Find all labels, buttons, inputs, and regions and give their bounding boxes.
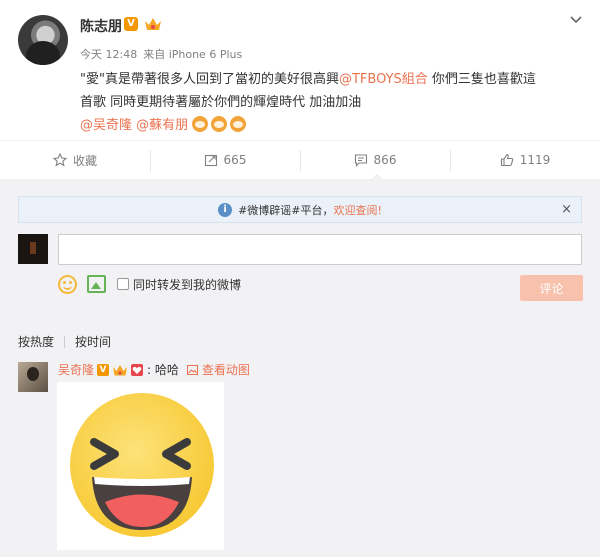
sort-by-hot[interactable]: 按热度	[18, 333, 54, 350]
rumor-notice-bar: i #微博辟谣#平台， 欢迎查阅! ×	[18, 196, 582, 223]
tiger-emoji-icon	[192, 116, 209, 132]
star-icon	[52, 153, 67, 167]
mention-wuqilong[interactable]: @吴奇隆	[80, 118, 132, 133]
tiger-emoji-icon	[230, 116, 247, 132]
heart-badge-icon	[131, 363, 144, 376]
sort-divider	[64, 335, 66, 348]
mention-tfboys[interactable]: @TFBOYS組合	[339, 72, 428, 87]
like-button[interactable]: 1119	[450, 141, 600, 179]
repost-button[interactable]: 665	[150, 141, 300, 179]
sort-by-time[interactable]: 按时间	[75, 333, 111, 350]
comment-count: 866	[373, 153, 397, 167]
chevron-down-icon[interactable]	[568, 12, 584, 28]
verified-badge-icon: V	[97, 363, 110, 376]
post-time[interactable]: 今天 12:48	[80, 48, 137, 61]
share-icon	[204, 154, 217, 167]
comment-sort: 按热度 按时间	[18, 333, 111, 350]
favorite-button[interactable]: 收藏	[0, 141, 150, 179]
favorite-label: 收藏	[72, 153, 97, 168]
vip-crown-icon	[113, 364, 128, 375]
post-text-2: 你們三隻也喜歡這	[427, 72, 536, 87]
like-count: 1119	[519, 153, 551, 167]
vip-crown-icon	[145, 18, 161, 30]
comment-text: : 哈哈	[147, 363, 179, 377]
view-gif-label: 查看动图	[201, 363, 250, 377]
comment-icon	[354, 154, 367, 167]
thumbs-up-icon	[500, 153, 513, 167]
weibo-post: 陈志朋 V 今天 12:48 来自 iPhone 6 Plus "愛"真是帶著很多…	[0, 0, 600, 140]
author-name[interactable]: 陈志朋	[80, 16, 122, 36]
repost-checkbox[interactable]	[117, 278, 129, 290]
author-avatar[interactable]	[18, 15, 68, 65]
view-gif-link[interactable]: 查看动图	[186, 361, 250, 378]
close-icon[interactable]: ×	[561, 202, 572, 217]
submit-comment-button[interactable]: 评论	[520, 275, 583, 301]
comment-input[interactable]	[58, 234, 582, 265]
info-icon: i	[218, 202, 233, 217]
repost-count: 665	[223, 153, 247, 167]
notice-text[interactable]: #微博辟谣#平台，	[238, 202, 333, 218]
post-text-3: 首歌 同時更期待著屬於你們的輝煌時代 加油加油	[80, 95, 362, 110]
image-icon[interactable]	[87, 275, 106, 293]
notice-link[interactable]: 欢迎查阅!	[334, 202, 382, 218]
picture-icon	[186, 364, 198, 375]
comment-line: 吴奇隆 V : 哈哈 查看动图	[58, 361, 250, 378]
commenter-avatar[interactable]	[18, 362, 48, 392]
repost-option-label[interactable]: 同时转发到我的微博	[133, 276, 241, 293]
comment-gif[interactable]	[57, 382, 224, 550]
verified-badge-icon: V	[124, 17, 138, 31]
post-source: 来自 iPhone 6 Plus	[143, 48, 243, 61]
laughing-face-emoji	[70, 393, 214, 537]
current-user-avatar	[18, 234, 48, 264]
smiley-icon[interactable]	[58, 275, 77, 294]
mention-suyoupeng[interactable]: @蘇有朋	[136, 118, 188, 133]
tiger-emojis	[192, 116, 249, 140]
post-actions: 收藏 665 866 1119	[0, 140, 600, 180]
post-text-1: "愛"真是帶著很多人回到了當初的美好很高興	[80, 72, 339, 87]
comment-caret	[370, 174, 384, 181]
post-meta: 今天 12:48 来自 iPhone 6 Plus	[80, 46, 248, 62]
tiger-emoji-icon	[211, 116, 228, 132]
post-content: "愛"真是帶著很多人回到了當初的美好很高興@TFBOYS組合 你們三隻也喜歡這 …	[80, 68, 580, 140]
commenter-name[interactable]: 吴奇隆	[58, 361, 94, 378]
